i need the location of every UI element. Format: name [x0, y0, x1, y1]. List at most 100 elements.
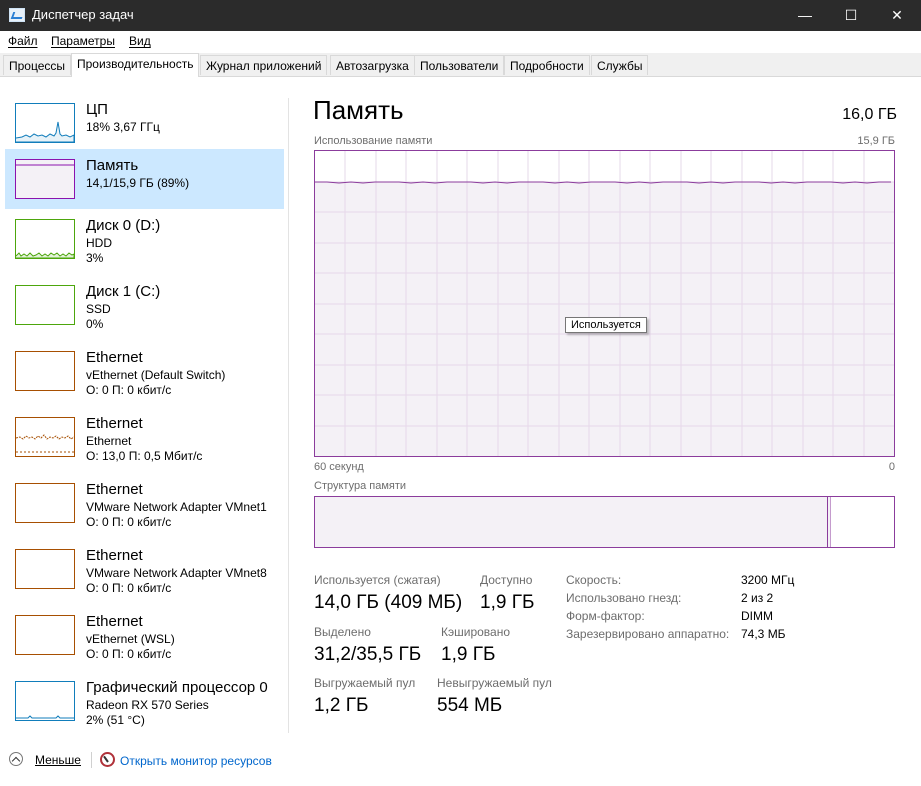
resource-detail: 14,1/15,9 ГБ (89%): [86, 176, 190, 190]
menu-options[interactable]: Параметры: [51, 34, 115, 48]
tab-performance[interactable]: Производительность: [71, 53, 200, 77]
slots-value: 2 из 2: [741, 591, 774, 605]
chevron-up-icon[interactable]: [9, 752, 23, 766]
available-value: 1,9 ГБ: [480, 592, 535, 613]
memory-sparkline: [16, 164, 74, 166]
tab-app-history[interactable]: Журнал приложений: [200, 55, 328, 75]
in-use-label: Используется (сжатая): [314, 573, 441, 587]
usage-graph-label: Использование памяти: [314, 135, 433, 147]
pane-divider: [288, 98, 289, 733]
ethernet-thumbnail: [15, 351, 75, 391]
resource-detail: VMware Network Adapter VMnet8: [86, 566, 267, 580]
resource-detail: vEthernet (WSL): [86, 632, 175, 646]
in-use-value: 14,0 ГБ (409 МБ): [314, 592, 463, 613]
cpu-thumbnail: [15, 103, 75, 143]
ethernet-thumbnail: [15, 483, 75, 523]
resource-detail: vEthernet (Default Switch): [86, 368, 226, 382]
ethernet-thumbnail: [15, 615, 75, 655]
available-label: Доступно: [480, 573, 533, 587]
minimize-button[interactable]: —: [782, 0, 828, 31]
resource-usage: О: 0 П: 0 кбит/с: [86, 383, 172, 397]
usage-graph-max: 15,9 ГБ: [857, 135, 895, 147]
hardware-reserved-label: Зарезервировано аппаратно:: [566, 627, 730, 641]
footer-separator: [91, 752, 92, 768]
disk0-sparkline: [15, 252, 75, 259]
resource-usage: О: 0 П: 0 кбит/с: [86, 515, 172, 529]
nonpaged-pool-value: 554 МБ: [437, 695, 503, 716]
resource-name: Ethernet: [86, 415, 143, 432]
disk0-thumbnail: [15, 219, 75, 259]
cached-label: Кэшировано: [441, 625, 511, 639]
resource-detail: HDD: [86, 236, 112, 250]
nonpaged-pool-label: Невыгружаемый пул: [437, 676, 552, 690]
resource-name: ЦП: [86, 101, 108, 118]
ethernet-sparkline: [15, 434, 75, 453]
committed-value: 31,2/35,5 ГБ: [314, 644, 422, 665]
resource-ethernet-default-switch[interactable]: Ethernet vEthernet (Default Switch) О: 0…: [5, 341, 284, 401]
form-factor-value: DIMM: [741, 609, 773, 623]
paged-pool-label: Выгружаемый пул: [314, 676, 416, 690]
window-title: Диспетчер задач: [32, 7, 134, 22]
tab-processes[interactable]: Процессы: [3, 55, 72, 75]
resource-memory[interactable]: Память 14,1/15,9 ГБ (89%): [5, 149, 284, 209]
resource-detail: VMware Network Adapter VMnet1: [86, 500, 267, 514]
resource-usage: 0%: [86, 317, 104, 331]
resource-name: Диск 0 (D:): [86, 217, 161, 234]
disk1-thumbnail: [15, 285, 75, 325]
menu-view[interactable]: Вид: [129, 34, 151, 48]
open-resource-monitor-link[interactable]: Открыть монитор ресурсов: [120, 754, 272, 768]
cached-value: 1,9 ГБ: [441, 644, 496, 665]
ethernet-thumbnail: [15, 549, 75, 589]
resource-monitor-icon: [100, 752, 115, 767]
paged-pool-value: 1,2 ГБ: [314, 695, 369, 716]
resource-ethernet-vmnet8[interactable]: Ethernet VMware Network Adapter VMnet8 О…: [5, 539, 284, 599]
slots-label: Использовано гнезд:: [566, 591, 682, 605]
resource-ethernet-wsl[interactable]: Ethernet vEthernet (WSL) О: 0 П: 0 кбит/…: [5, 605, 284, 665]
gpu-sparkline: [16, 715, 74, 719]
structure-modified: [828, 497, 831, 547]
resource-name: Диск 1 (C:): [86, 283, 161, 300]
gpu-thumbnail: [15, 681, 75, 721]
resource-gpu-0[interactable]: Графический процессор 0 Radeon RX 570 Se…: [5, 671, 284, 731]
hardware-reserved-value: 74,3 МБ: [741, 627, 786, 641]
committed-label: Выделено: [314, 625, 371, 639]
tab-strip: Процессы Производительность Журнал прило…: [0, 53, 921, 77]
maximize-button[interactable]: ☐: [828, 0, 874, 31]
tab-details[interactable]: Подробности: [504, 55, 590, 75]
speed-label: Скорость:: [566, 573, 622, 587]
memory-usage-chart: [315, 151, 894, 456]
resource-detail: SSD: [86, 302, 111, 316]
resource-disk-1[interactable]: Диск 1 (C:) SSD 0%: [5, 275, 284, 335]
tab-startup[interactable]: Автозагрузка: [330, 55, 415, 75]
resource-disk-0[interactable]: Диск 0 (D:) HDD 3%: [5, 209, 284, 269]
graph-time-right: 0: [888, 461, 895, 473]
tab-users[interactable]: Пользователи: [414, 55, 505, 75]
menu-file[interactable]: Файл: [8, 34, 38, 48]
resource-name: Память: [86, 157, 139, 174]
close-button[interactable]: ✕: [874, 0, 920, 31]
graph-tooltip: Используется: [565, 317, 647, 333]
resource-detail: 18% 3,67 ГГц: [86, 120, 160, 134]
tab-services[interactable]: Службы: [591, 55, 649, 75]
cpu-sparkline: [15, 121, 75, 143]
resource-usage: О: 13,0 П: 0,5 Мбит/с: [86, 449, 203, 463]
resource-name: Ethernet: [86, 613, 143, 630]
resource-usage: 3%: [86, 251, 104, 265]
resource-name: Ethernet: [86, 481, 143, 498]
graph-time-left: 60 секунд: [314, 461, 364, 473]
resource-list: ЦП 18% 3,67 ГГц Память 14,1/15,9 ГБ (89%…: [0, 77, 288, 737]
resource-detail: Ethernet: [86, 434, 132, 448]
memory-thumbnail: [15, 159, 75, 199]
resource-ethernet-main[interactable]: Ethernet Ethernet О: 13,0 П: 0,5 Мбит/с: [5, 407, 284, 467]
structure-label: Структура памяти: [314, 480, 407, 492]
memory-structure-bar: [314, 496, 895, 548]
title-bar: Диспетчер задач — ☐ ✕: [0, 0, 921, 31]
memory-usage-graph: [314, 150, 895, 457]
speed-value: 3200 МГц: [741, 573, 795, 587]
resource-usage: 2% (51 °C): [86, 713, 145, 727]
resource-cpu[interactable]: ЦП 18% 3,67 ГГц: [5, 93, 284, 153]
form-factor-label: Форм-фактор:: [566, 609, 645, 623]
resource-ethernet-vmnet1[interactable]: Ethernet VMware Network Adapter VMnet1 О…: [5, 473, 284, 533]
fewer-details-button[interactable]: Меньше: [35, 753, 81, 767]
resource-usage: О: 0 П: 0 кбит/с: [86, 647, 172, 661]
